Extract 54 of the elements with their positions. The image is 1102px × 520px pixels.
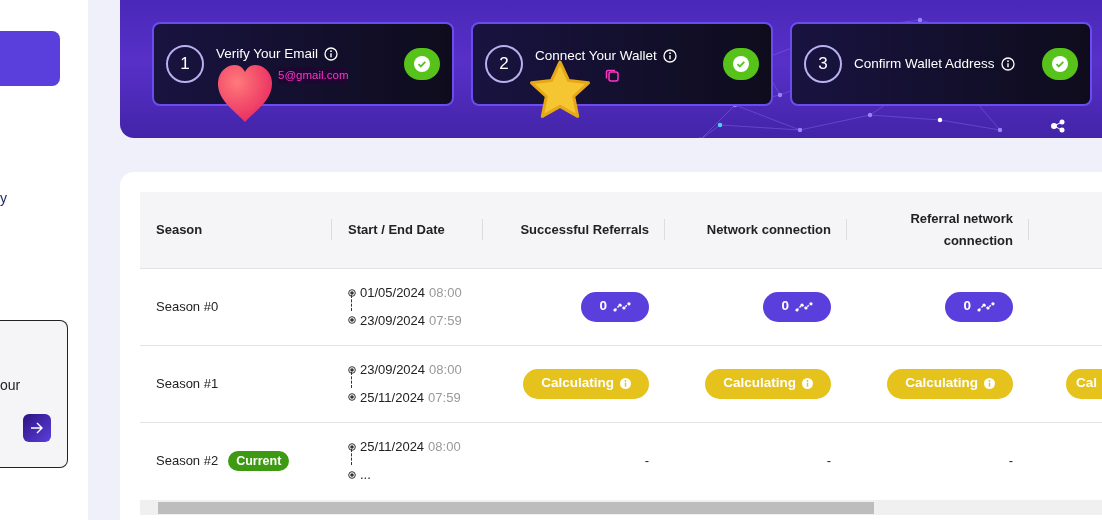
check-mark-icon bbox=[414, 56, 430, 72]
arrow-button[interactable] bbox=[23, 414, 51, 442]
empty-value: - bbox=[644, 453, 649, 468]
time-text: 08:00 bbox=[429, 284, 462, 302]
date-text: 23/09/2024 bbox=[360, 311, 426, 330]
time-text: 08:00 bbox=[428, 438, 461, 457]
info-icon bbox=[620, 378, 631, 389]
date-text: 23/09/2024 bbox=[360, 361, 426, 379]
step-number: 2 bbox=[485, 45, 523, 83]
count-badge[interactable]: 0 bbox=[763, 291, 831, 322]
trend-line-icon bbox=[613, 301, 631, 312]
date-text: 01/05/2024 bbox=[360, 284, 426, 302]
timeline-dot-icon bbox=[348, 470, 356, 479]
time-text: 07:59 bbox=[429, 311, 462, 330]
season-name: Season #1 bbox=[156, 375, 219, 391]
info-icon[interactable] bbox=[662, 49, 677, 63]
info-icon[interactable] bbox=[1000, 57, 1015, 71]
step-number: 1 bbox=[166, 45, 204, 83]
check-mark-icon bbox=[733, 56, 749, 72]
step-title: Verify Your Email bbox=[216, 45, 319, 64]
column-header[interactable]: Season bbox=[156, 220, 203, 240]
nodes-icon[interactable] bbox=[1050, 119, 1066, 133]
info-icon bbox=[984, 378, 995, 389]
season-name: Season #2 bbox=[156, 452, 219, 468]
info-icon bbox=[802, 378, 813, 389]
time-text: 07:59 bbox=[428, 388, 461, 407]
time-text: 08:00 bbox=[429, 361, 462, 379]
count-badge[interactable]: 0 bbox=[945, 291, 1013, 322]
season-name: Season #0 bbox=[156, 298, 219, 314]
trend-line-icon bbox=[795, 301, 813, 312]
trend-line-icon bbox=[977, 301, 995, 312]
empty-value: - bbox=[826, 453, 831, 468]
arrow-right-icon bbox=[30, 422, 44, 434]
check-mark-icon bbox=[1052, 56, 1068, 72]
info-icon[interactable] bbox=[324, 47, 339, 62]
date-text: 25/11/2024 bbox=[360, 388, 425, 407]
copy-icon[interactable] bbox=[605, 68, 619, 83]
step-title: Confirm Wallet Address bbox=[854, 54, 995, 73]
current-badge: Current bbox=[228, 450, 290, 471]
heart-icon bbox=[216, 64, 274, 124]
date-text: ... bbox=[360, 465, 371, 484]
count-badge[interactable]: 0 bbox=[581, 291, 649, 322]
date-text: 25/11/2024 bbox=[360, 438, 425, 457]
email-text: 5@gmail.com bbox=[278, 66, 349, 84]
column-header[interactable]: Successful Referrals bbox=[520, 220, 649, 240]
horizontal-scrollbar[interactable] bbox=[140, 500, 1102, 515]
step-number: 3 bbox=[804, 45, 842, 83]
column-header[interactable]: Network connection bbox=[706, 220, 831, 240]
sidebar-link[interactable]: y bbox=[0, 190, 8, 206]
timeline-dot-icon bbox=[348, 316, 356, 325]
empty-value: - bbox=[1008, 453, 1013, 468]
column-header[interactable]: Start / End Date bbox=[348, 220, 445, 240]
timeline-dot-icon bbox=[348, 393, 356, 402]
step-title: Connect Your Wallet bbox=[535, 46, 657, 65]
